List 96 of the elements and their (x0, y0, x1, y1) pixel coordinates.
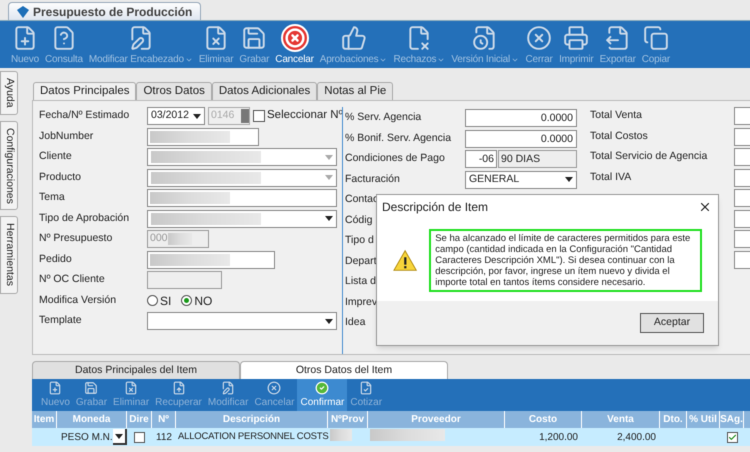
message-text: Se ha alcanzado el límite de caracteres permitidos para este campo (cantidad indicada en la Configuración "Cantidad Caracteres Descripción XML"). Si desea continuar con la descripción, por favor, ingrese un ítem nuevo y divida el importe total en tantos ítems considere necesario. (429, 228, 702, 292)
number-spinner[interactable]: 0146 (208, 107, 250, 125)
field-label: % Bonif. Serv. Agencia (345, 132, 452, 144)
delete-file-icon (124, 380, 138, 394)
radio-button[interactable] (147, 295, 158, 306)
accept-button[interactable]: Aceptar (640, 313, 704, 333)
field-label: Nº OC Cliente (39, 272, 106, 288)
field-label: Modifica Versión (39, 292, 118, 308)
radio-label: SI (160, 292, 172, 310)
radio-button[interactable] (181, 295, 192, 306)
check-icon (315, 380, 330, 394)
field-label: Condiciones de Pago (345, 152, 445, 164)
dialog-title: Descripción de Item (382, 199, 488, 216)
checkbox[interactable] (134, 432, 145, 442)
tab[interactable]: Datos Adicionales (212, 82, 318, 100)
number-field[interactable]: 0.0000 (465, 130, 577, 148)
toolbar-button[interactable]: Cancelar (272, 24, 317, 67)
field-label: Contac (345, 193, 378, 206)
field-label: Lista d (345, 275, 376, 288)
side-tab[interactable]: Herramientas (0, 216, 18, 294)
field-label: Template (39, 313, 83, 328)
field-label: Tipo de Aprobación (39, 210, 130, 226)
field-label: Pedido (39, 252, 73, 267)
tab[interactable]: Datos Principales del Item (32, 361, 240, 379)
field-label: Total IVA (590, 170, 632, 183)
thumbs-up-icon (340, 24, 368, 52)
checkbox[interactable] (726, 432, 738, 442)
printer-icon (562, 24, 590, 52)
field-label: Imprev (345, 296, 378, 308)
side-tab[interactable]: Ayuda (0, 71, 18, 115)
dropdown-field[interactable] (147, 210, 337, 228)
currency-combo[interactable]: PESO M.N. (57, 429, 127, 445)
text-field[interactable] (147, 250, 275, 268)
cancel-icon (280, 24, 308, 52)
dropdown-field[interactable] (147, 168, 337, 186)
table-cell-text: 112 (155, 430, 173, 444)
save-icon (84, 380, 98, 394)
field-label: Producto (39, 170, 82, 185)
app-logo-icon (17, 6, 29, 18)
field-label: JobNumber (39, 128, 94, 144)
close-icon (698, 200, 712, 214)
total-field (734, 189, 750, 207)
warning-icon (393, 248, 418, 272)
recover-file-icon (172, 380, 186, 394)
total-field (734, 128, 750, 146)
dropdown-field[interactable] (147, 312, 337, 330)
total-field (734, 107, 750, 125)
field-label: Códig (345, 214, 372, 226)
table-cell-text: ALLOCATION PERSONNEL COSTS (177, 430, 328, 444)
dropdown-arrow-icon (193, 114, 201, 118)
field-label: Total Venta (590, 109, 642, 122)
total-field (734, 230, 750, 248)
number-field[interactable]: 0.0000 (465, 109, 577, 127)
field-label: Tema (39, 190, 66, 206)
readonly-field: 90 DIAS (498, 150, 577, 168)
dropdown-arrow-icon (115, 434, 123, 438)
table-cell-text: 1,200.00 (538, 430, 579, 444)
total-field (734, 250, 750, 268)
field-label: Fecha/Nº Estimado (39, 108, 130, 124)
field-label: Total Costos (590, 130, 648, 142)
checkbox[interactable] (253, 110, 265, 122)
total-field (734, 168, 750, 186)
field-label: Cliente (39, 149, 73, 164)
date-combo[interactable]: 03/2012 (147, 107, 205, 125)
field-label: Nº Presupuesto (39, 231, 114, 246)
cancel-icon (267, 380, 282, 394)
text-field[interactable] (147, 128, 259, 146)
side-tab[interactable]: Configuraciones (0, 120, 18, 210)
dropdown-field[interactable] (147, 148, 337, 166)
close-icon (525, 24, 554, 52)
field-label: Depart (345, 254, 377, 267)
tab[interactable]: Notas al Pie (317, 82, 394, 100)
table-cell-text: 2,400.00 (616, 430, 657, 444)
document-tab[interactable]: Presupuesto de Producción (8, 2, 202, 20)
tab[interactable]: Otros Datos del Item (240, 361, 448, 379)
field-label: Facturación (345, 172, 400, 185)
field-label: % Serv. Agencia (345, 111, 422, 124)
radio-label: NO (194, 292, 212, 310)
checkbox-label: Seleccionar Nº (267, 108, 343, 124)
tab[interactable]: Datos Principales (33, 82, 136, 100)
edit-file-icon (221, 380, 236, 394)
quote-file-icon (359, 380, 374, 394)
field-label: Tipo d (345, 234, 374, 246)
dropdown-arrow-icon (565, 177, 573, 182)
field-label: Idea (345, 316, 366, 328)
tab[interactable]: Otros Datos (136, 82, 212, 100)
total-field (734, 210, 750, 228)
total-field (734, 148, 750, 166)
readonly-field: 000 (147, 230, 209, 248)
field-label: Total Servicio de Agencia (590, 150, 708, 162)
code-field[interactable]: -06 (465, 150, 497, 168)
text-field[interactable] (147, 189, 337, 207)
toolbar-button[interactable]: Confirmar (297, 379, 348, 411)
dropdown-field[interactable]: GENERAL (465, 170, 577, 188)
copy-icon (642, 24, 670, 52)
new-file-icon (48, 380, 62, 394)
